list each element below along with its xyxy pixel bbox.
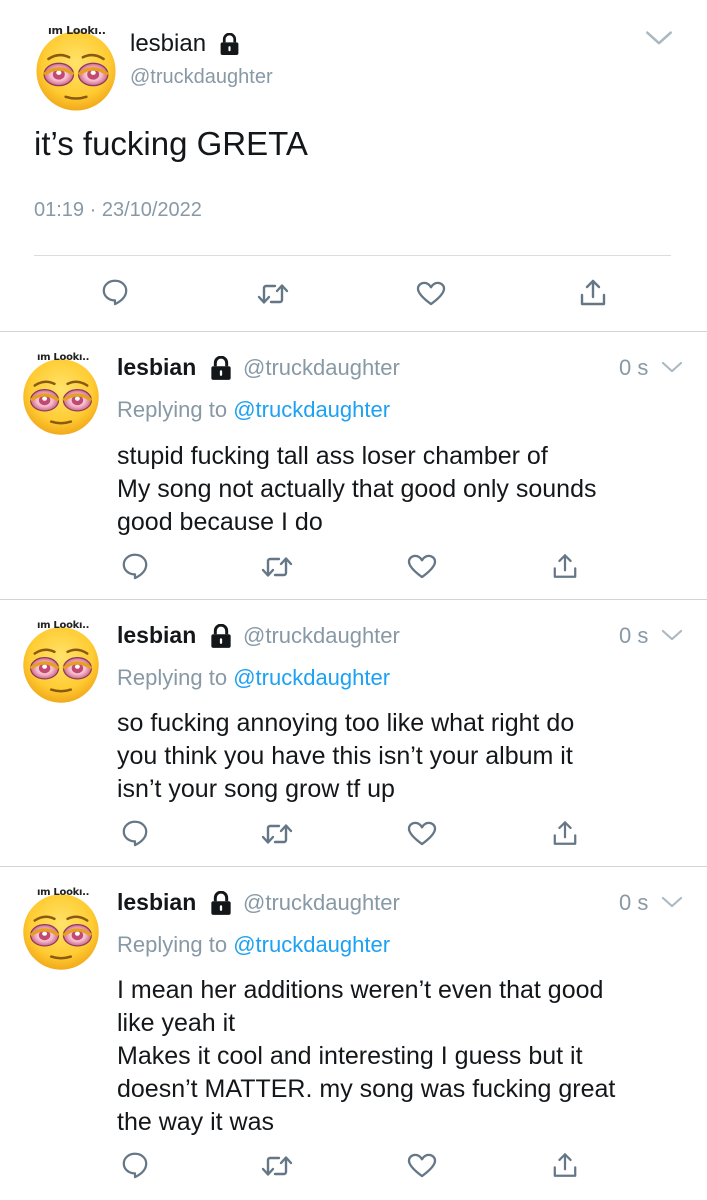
reply-icon [101, 278, 129, 306]
emoji-avatar-icon [33, 28, 119, 114]
reply-tweet[interactable]: ım Lookı.. lesbian @truckdaughter 0 s Re… [0, 600, 707, 866]
heart-icon [406, 820, 438, 847]
display-name[interactable]: lesbian [117, 622, 196, 649]
username[interactable]: @truckdaughter [243, 623, 400, 649]
emoji-avatar-icon [20, 891, 102, 973]
timestamp[interactable]: 01:19 · 23/10/2022 [34, 199, 202, 222]
lock-icon [208, 356, 234, 381]
retweet-button[interactable] [261, 820, 293, 848]
username[interactable]: @truckdaughter [130, 66, 273, 89]
reply-icon [121, 1151, 149, 1179]
avatar[interactable]: ım Lookı.. [20, 616, 106, 706]
reply-icon [121, 552, 149, 580]
chevron-down-icon[interactable] [661, 629, 683, 642]
retweet-icon [261, 820, 293, 848]
replying-to: Replying to @truckdaughter [117, 665, 390, 691]
avatar-caption: ım Lookı.. [37, 887, 90, 898]
lock-icon [208, 891, 234, 916]
display-name[interactable]: lesbian [130, 30, 206, 58]
share-icon [552, 552, 578, 581]
tweet-text: it’s fucking GRETA [34, 125, 308, 162]
replying-to: Replying to @truckdaughter [117, 932, 390, 958]
chevron-down-icon[interactable] [661, 896, 683, 909]
avatar[interactable]: ım Lookı.. [20, 883, 106, 973]
share-button[interactable] [579, 278, 607, 308]
replying-to-mention[interactable]: @truckdaughter [233, 397, 390, 422]
retweet-icon [261, 1152, 293, 1180]
emoji-avatar-icon [20, 356, 102, 438]
heart-icon [415, 280, 447, 307]
replying-to-mention[interactable]: @truckdaughter [233, 665, 390, 690]
divider [34, 255, 671, 256]
reply-button[interactable] [121, 552, 149, 580]
replying-to: Replying to @truckdaughter [117, 397, 390, 423]
like-button[interactable] [406, 553, 438, 580]
tweet-time: 0 s [619, 890, 649, 915]
share-icon [579, 278, 607, 308]
chevron-down-icon[interactable] [645, 30, 673, 47]
retweet-button[interactable] [261, 1152, 293, 1180]
reply-icon [121, 819, 149, 847]
tweet-text: stupid fucking tall ass loser chamber of… [117, 442, 597, 536]
reply-tweet[interactable]: ım Lookı.. lesbian @truckdaughter 0 s Re… [0, 867, 707, 1200]
tweet-time: 0 s [619, 623, 649, 648]
tweet-time: 0 s [619, 355, 649, 380]
username[interactable]: @truckdaughter [243, 355, 400, 381]
avatar[interactable]: ım Lookı.. [20, 348, 106, 438]
avatar-caption: ım Lookı.. [37, 352, 90, 363]
like-button[interactable] [415, 280, 447, 307]
retweet-button[interactable] [257, 280, 289, 308]
retweet-button[interactable] [261, 553, 293, 581]
retweet-icon [261, 553, 293, 581]
tweet-text: so fucking annoying too like what right … [117, 709, 575, 803]
heart-icon [406, 553, 438, 580]
like-button[interactable] [406, 820, 438, 847]
reply-button[interactable] [121, 1151, 149, 1179]
replying-to-mention[interactable]: @truckdaughter [233, 932, 390, 957]
emoji-avatar-icon [20, 624, 102, 706]
reply-button[interactable] [101, 278, 129, 306]
tweet-text: I mean her additions weren’t even that g… [117, 976, 616, 1136]
share-button[interactable] [552, 1151, 578, 1180]
share-icon [552, 1151, 578, 1180]
reply-tweet[interactable]: ım Lookı.. lesbian @truckdaughter 0 s Re… [0, 332, 707, 599]
replying-to-label: Replying to [117, 397, 228, 422]
avatar-caption: ım Lookı.. [48, 24, 106, 37]
lock-icon [219, 33, 240, 56]
share-button[interactable] [552, 552, 578, 581]
display-name[interactable]: lesbian [117, 354, 196, 381]
share-icon [552, 819, 578, 848]
lock-icon [208, 624, 234, 649]
username[interactable]: @truckdaughter [243, 890, 400, 916]
chevron-down-icon[interactable] [661, 361, 683, 374]
reply-button[interactable] [121, 819, 149, 847]
replying-to-label: Replying to [117, 932, 228, 957]
display-name[interactable]: lesbian [117, 889, 196, 916]
retweet-icon [257, 280, 289, 308]
like-button[interactable] [406, 1152, 438, 1179]
avatar-caption: ım Lookı.. [37, 620, 90, 631]
replying-to-label: Replying to [117, 665, 228, 690]
avatar[interactable]: ım Lookı.. [33, 22, 119, 112]
share-button[interactable] [552, 819, 578, 848]
heart-icon [406, 1152, 438, 1179]
